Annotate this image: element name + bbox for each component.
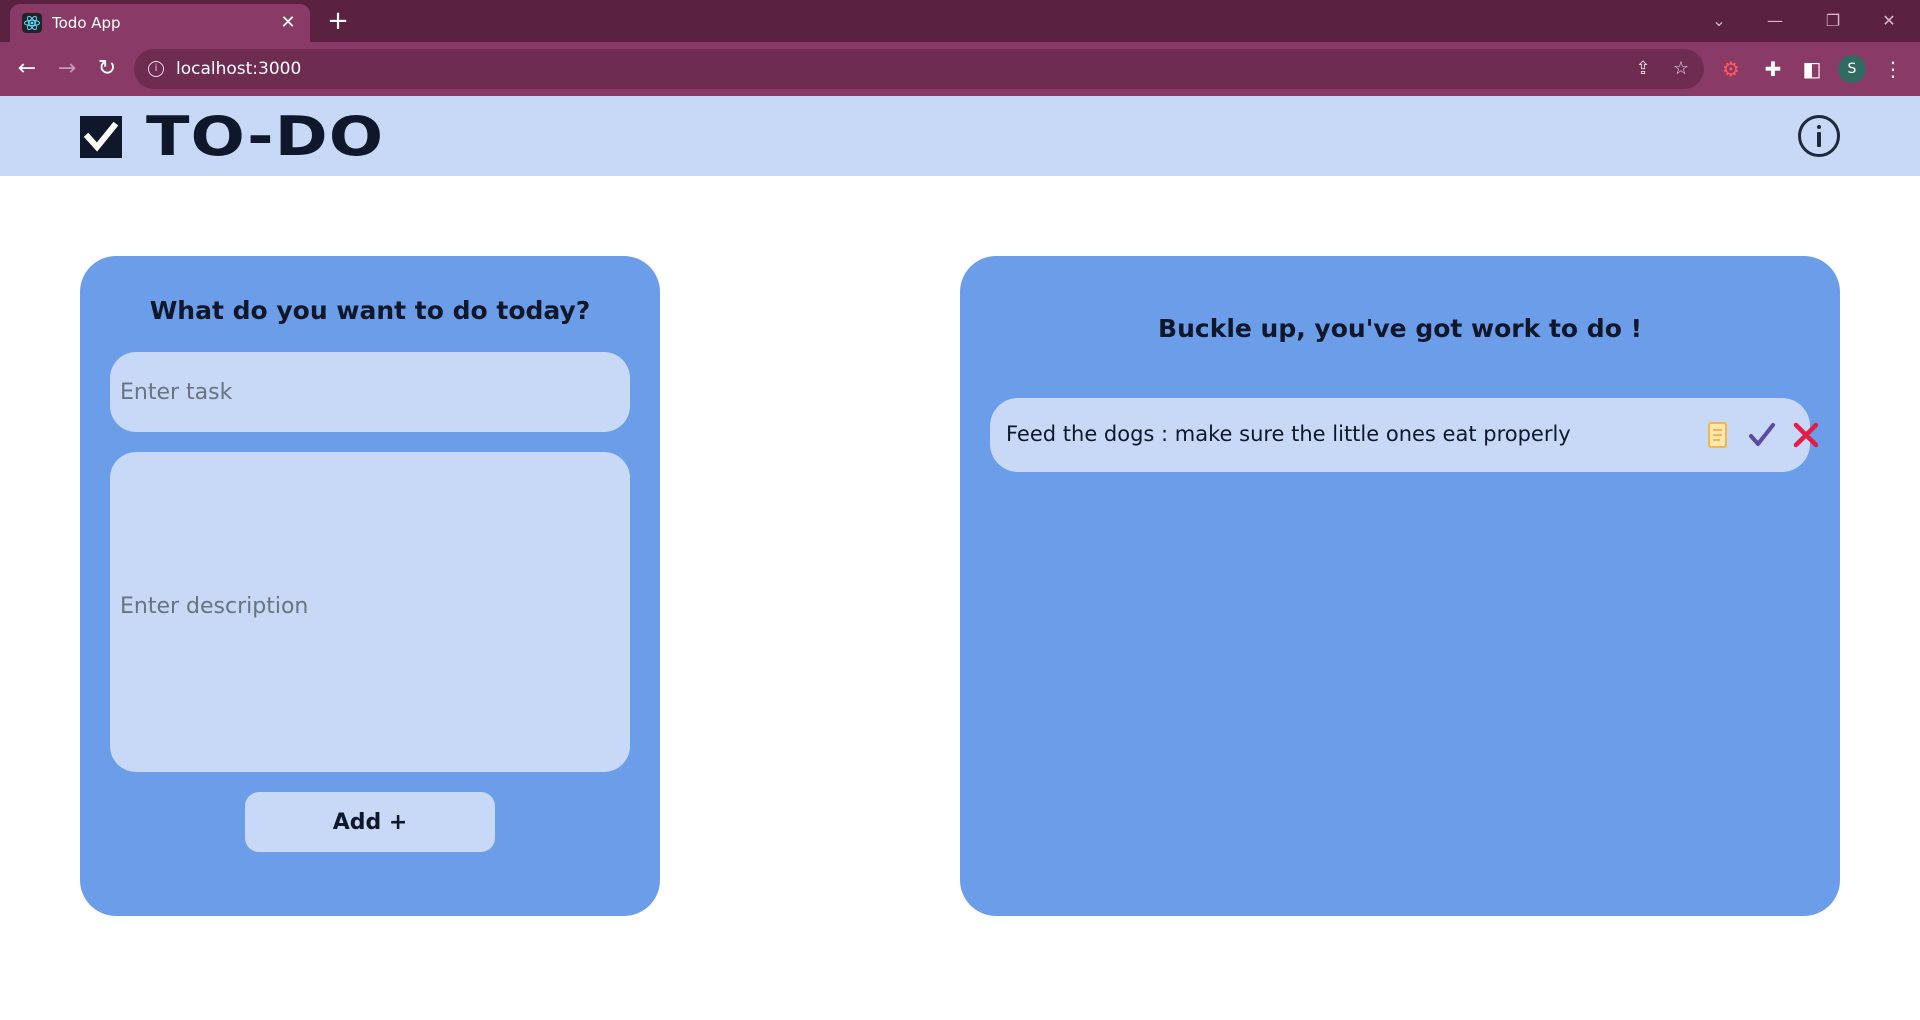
reload-icon[interactable]: ↻ xyxy=(92,54,122,84)
tab-title: Todo App xyxy=(52,14,121,32)
todo-item-text: Feed the dogs : make sure the little one… xyxy=(1006,422,1571,446)
list-item: Feed the dogs : make sure the little one… xyxy=(990,398,1819,472)
checkbox-logo-icon xyxy=(80,116,122,158)
new-tab-icon[interactable]: + xyxy=(324,8,352,36)
profile-avatar[interactable]: S xyxy=(1838,55,1866,83)
extension-icon[interactable]: ⚙ xyxy=(1716,54,1746,84)
list-heading: Buckle up, you've got work to do ! xyxy=(1158,314,1642,343)
task-input[interactable] xyxy=(110,352,630,432)
add-button[interactable]: Add + xyxy=(245,792,495,852)
react-icon xyxy=(22,13,42,33)
browser-tab-bar: Todo App ✕ + ⌄ — ❐ ✕ xyxy=(0,0,1920,42)
notes-icon[interactable] xyxy=(1704,418,1732,452)
app-header: TO-DO xyxy=(0,96,1920,176)
restore-icon[interactable]: ❐ xyxy=(1810,6,1856,36)
browser-tab[interactable]: Todo App ✕ xyxy=(10,4,310,42)
description-input[interactable] xyxy=(110,452,630,772)
forward-icon[interactable]: → xyxy=(52,54,82,84)
side-panel-icon[interactable]: ◧ xyxy=(1797,54,1827,84)
tab-search-icon[interactable]: ⌄ xyxy=(1696,6,1742,36)
site-info-icon[interactable]: i xyxy=(148,61,164,77)
form-heading: What do you want to do today? xyxy=(149,296,591,325)
task-list-card: Buckle up, you've got work to do ! Feed … xyxy=(960,256,1840,916)
tab-close-icon[interactable]: ✕ xyxy=(278,13,298,33)
browser-toolbar: ← → ↻ i localhost:3000 ⇪ ☆ ⚙ ✚ ◧ S ⋮ xyxy=(0,42,1920,96)
info-icon[interactable] xyxy=(1798,115,1840,157)
add-task-card: What do you want to do today? Add + xyxy=(80,256,660,916)
address-bar[interactable]: i localhost:3000 ⇪ ☆ xyxy=(134,49,1704,89)
browser-menu-icon[interactable]: ⋮ xyxy=(1878,54,1908,84)
bookmark-star-icon[interactable]: ☆ xyxy=(1668,56,1694,82)
complete-check-icon[interactable] xyxy=(1748,418,1776,452)
logo-text: TO-DO xyxy=(146,105,385,168)
delete-x-icon[interactable] xyxy=(1792,418,1820,452)
url-text: localhost:3000 xyxy=(176,59,302,79)
extensions-puzzle-icon[interactable]: ✚ xyxy=(1758,54,1788,84)
todo-actions xyxy=(1704,418,1820,452)
share-icon[interactable]: ⇪ xyxy=(1630,56,1656,82)
app-logo: TO-DO xyxy=(80,110,383,164)
window-close-icon[interactable]: ✕ xyxy=(1866,6,1912,36)
back-icon[interactable]: ← xyxy=(12,54,42,84)
minimize-icon[interactable]: — xyxy=(1752,6,1798,36)
